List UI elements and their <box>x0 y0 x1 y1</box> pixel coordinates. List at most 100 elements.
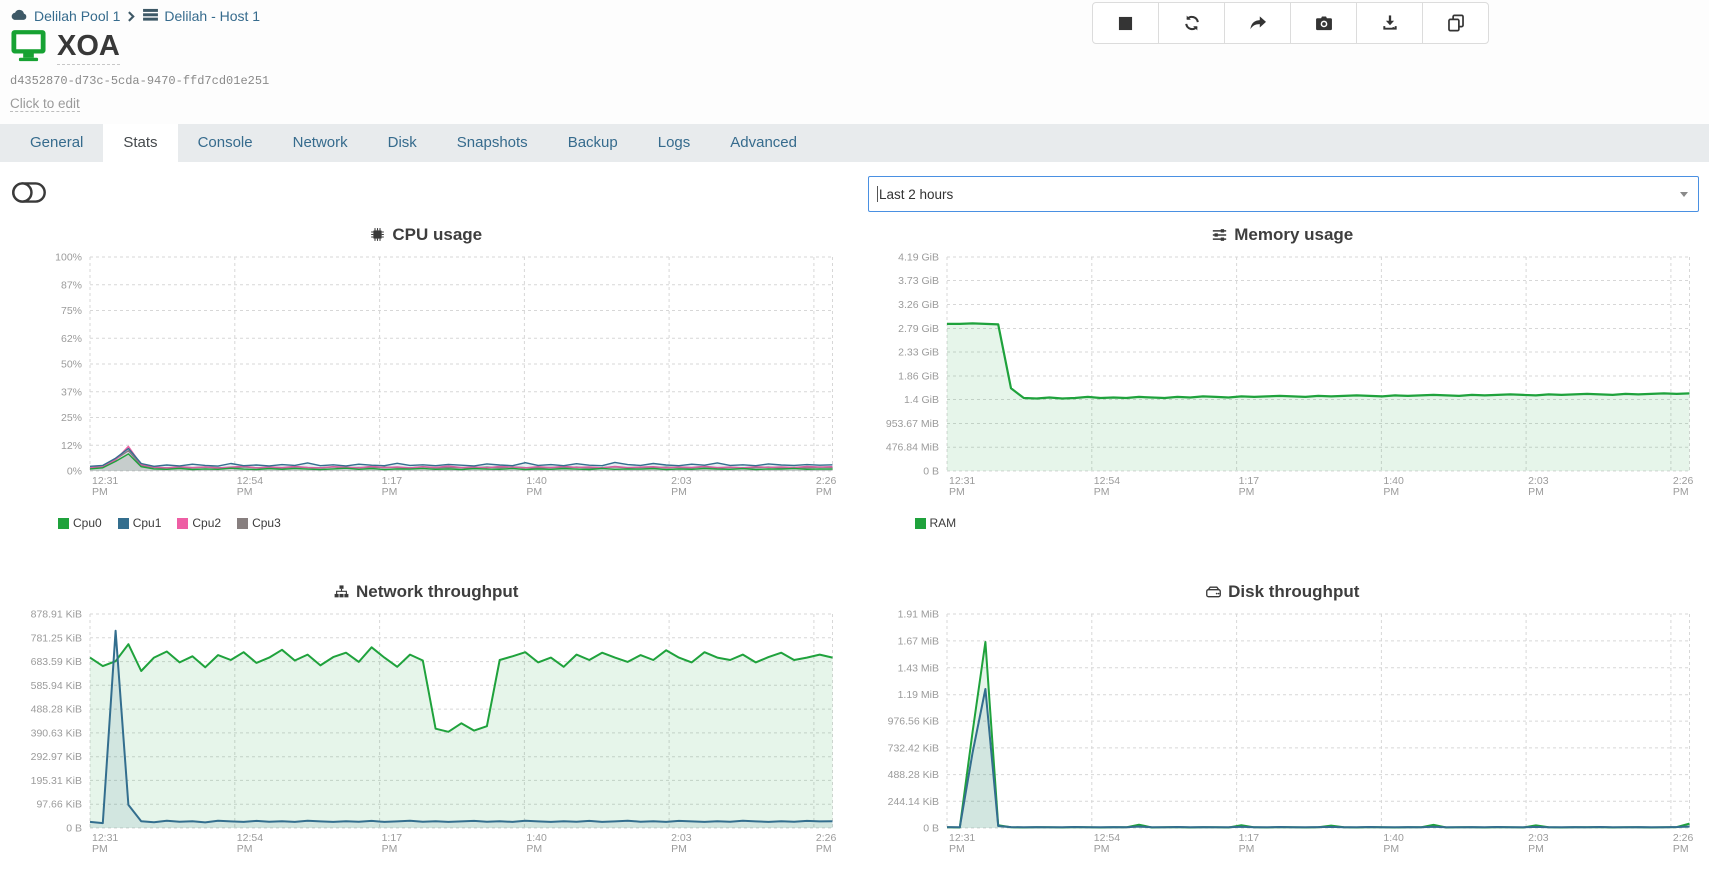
cpu-legend: Cpu0 Cpu1 Cpu2 Cpu3 <box>58 515 843 531</box>
svg-text:1.19 MiB: 1.19 MiB <box>897 689 938 701</box>
time-range-select[interactable]: Last 2 hours <box>868 176 1699 212</box>
migrate-button[interactable] <box>1224 2 1291 44</box>
svg-text:1:17PM: 1:17 PM <box>382 475 403 498</box>
svg-text:75%: 75% <box>61 305 82 317</box>
microchip-icon <box>370 227 385 242</box>
svg-text:2:03PM: 2:03 PM <box>671 832 692 855</box>
import-button[interactable] <box>1356 2 1423 44</box>
svg-text:3.73 GiB: 3.73 GiB <box>898 275 939 287</box>
svg-text:292.97 KiB: 292.97 KiB <box>31 751 82 763</box>
svg-text:0%: 0% <box>67 466 82 478</box>
svg-text:1.43 MiB: 1.43 MiB <box>897 662 938 674</box>
svg-text:0 B: 0 B <box>923 466 939 478</box>
tab-backup[interactable]: Backup <box>548 124 638 162</box>
chevron-down-icon <box>1680 191 1688 197</box>
svg-text:953.67 MiB: 953.67 MiB <box>885 418 938 430</box>
tab-bar: General Stats Console Network Disk Snapshots B… <box>0 124 1709 162</box>
svg-text:0 B: 0 B <box>923 823 939 835</box>
svg-text:12:54PM: 12:54 PM <box>1093 832 1119 855</box>
svg-text:390.63 KiB: 390.63 KiB <box>31 727 82 739</box>
hdd-icon <box>1206 586 1222 598</box>
stats-controls: Last 2 hours <box>10 176 1699 212</box>
charts-grid: CPU usage 0% 12% 25% 37% 50% 62% 75% 87% 100% 12:… <box>10 222 1699 869</box>
vm-toolbar <box>1092 2 1489 44</box>
legend-item-ram[interactable]: RAM <box>914 515 956 531</box>
svg-text:781.25 KiB: 781.25 KiB <box>31 632 82 644</box>
disk-throughput-plot: 0 B 244.14 KiB 488.28 KiB 732.42 KiB 976.56 … <box>887 609 1693 856</box>
chart-title: Memory usage <box>867 222 1700 247</box>
svg-text:2:26PM: 2:26 PM <box>1672 832 1693 855</box>
cpu-usage-plot: 0% 12% 25% 37% 50% 62% 75% 87% 100% 12:31 PM 12:54 P… <box>55 252 837 499</box>
tab-general[interactable]: General <box>10 124 103 162</box>
svg-text:1:40PM: 1:40 PM <box>526 475 547 498</box>
click-to-edit-link[interactable]: Click to edit <box>10 96 80 112</box>
breadcrumb-host-link[interactable]: Delilah - Host 1 <box>164 8 260 24</box>
share-icon <box>1249 15 1267 31</box>
svg-text:2.33 GiB: 2.33 GiB <box>898 347 939 359</box>
svg-text:195.31 KiB: 195.31 KiB <box>31 775 82 787</box>
svg-text:488.28 KiB: 488.28 KiB <box>31 704 82 716</box>
svg-text:1.4 GiB: 1.4 GiB <box>903 394 938 406</box>
memory-legend: RAM <box>914 515 1700 531</box>
legend-item-cpu2[interactable]: Cpu2 <box>177 515 221 531</box>
stop-icon <box>1118 16 1133 31</box>
svg-text:12:31PM: 12:31 PM <box>949 832 975 855</box>
svg-text:37%: 37% <box>61 386 82 398</box>
toggle-button[interactable] <box>12 182 46 206</box>
svg-text:1.67 MiB: 1.67 MiB <box>897 635 938 647</box>
svg-text:488.28 KiB: 488.28 KiB <box>887 769 938 781</box>
refresh-icon <box>1183 14 1201 32</box>
tab-stats[interactable]: Stats <box>103 124 178 162</box>
legend-item-cpu0[interactable]: Cpu0 <box>58 515 102 531</box>
memory-usage-chart: Memory usage 0 B 476.84 MiB 953.67 MiB 1.4 … <box>867 222 1700 531</box>
cpu-usage-chart: CPU usage 0% 12% 25% 37% 50% 62% 75% 87% 100% 12:… <box>10 222 843 531</box>
vm-uuid: d4352870-d73c-5cda-9470-ffd7cd01e251 <box>10 74 270 88</box>
svg-text:2:03PM: 2:03 PM <box>1528 832 1549 855</box>
svg-text:1.86 GiB: 1.86 GiB <box>898 371 939 383</box>
svg-text:2:26PM: 2:26 PM <box>816 475 837 498</box>
svg-text:87%: 87% <box>61 279 82 291</box>
sitemap-icon <box>334 585 349 598</box>
tab-advanced[interactable]: Advanced <box>710 124 817 162</box>
memory-usage-plot: 0 B 476.84 MiB 953.67 MiB 1.4 GiB 1.86 GiB 2.… <box>885 252 1693 499</box>
legend-swatch <box>237 517 249 529</box>
svg-text:62%: 62% <box>61 333 82 345</box>
vm-name[interactable]: XOA <box>57 30 120 66</box>
svg-text:2.79 GiB: 2.79 GiB <box>898 323 939 335</box>
svg-text:732.42 KiB: 732.42 KiB <box>887 742 938 754</box>
host-icon <box>143 8 159 24</box>
network-throughput-plot: 0 B 97.66 KiB 195.31 KiB 292.97 KiB 390.63 K… <box>31 609 837 856</box>
svg-text:1:17PM: 1:17 PM <box>382 832 403 855</box>
svg-text:12:31PM: 12:31 PM <box>92 832 118 855</box>
svg-text:1:40PM: 1:40 PM <box>1383 832 1404 855</box>
svg-text:1:40PM: 1:40 PM <box>1383 475 1404 498</box>
tab-snapshots[interactable]: Snapshots <box>437 124 548 162</box>
svg-text:2:03PM: 2:03 PM <box>671 475 692 498</box>
tab-logs[interactable]: Logs <box>638 124 711 162</box>
snapshot-button[interactable] <box>1290 2 1357 44</box>
svg-text:100%: 100% <box>55 252 82 264</box>
tab-console[interactable]: Console <box>178 124 273 162</box>
svg-text:12:31PM: 12:31 PM <box>92 475 118 498</box>
disk-throughput-chart: Disk throughput 0 B 244.14 KiB 488.28 KiB 7… <box>867 579 1700 869</box>
legend-swatch <box>58 517 69 529</box>
legend-item-cpu3[interactable]: Cpu3 <box>237 515 281 531</box>
legend-item-cpu1[interactable]: Cpu1 <box>117 515 161 531</box>
tab-network[interactable]: Network <box>273 124 368 162</box>
vm-stats-page: Delilah Pool 1 Delilah - Host 1 XOA d435… <box>0 0 1709 869</box>
refresh-button[interactable] <box>1158 2 1225 44</box>
legend-swatch <box>177 517 189 529</box>
svg-text:0 B: 0 B <box>66 823 82 835</box>
svg-text:683.59 KiB: 683.59 KiB <box>31 656 82 668</box>
sliders-icon <box>1212 228 1227 242</box>
svg-text:4.19 GiB: 4.19 GiB <box>898 252 939 264</box>
breadcrumb-pool-link[interactable]: Delilah Pool 1 <box>34 8 120 24</box>
stop-button[interactable] <box>1092 2 1159 44</box>
svg-text:878.91 KiB: 878.91 KiB <box>31 609 82 621</box>
svg-text:12:54PM: 12:54 PM <box>237 832 263 855</box>
chart-title: Network throughput <box>10 579 843 604</box>
chart-title: CPU usage <box>10 222 843 247</box>
text-cursor <box>877 186 878 202</box>
copy-button[interactable] <box>1422 2 1489 44</box>
tab-disk[interactable]: Disk <box>368 124 437 162</box>
